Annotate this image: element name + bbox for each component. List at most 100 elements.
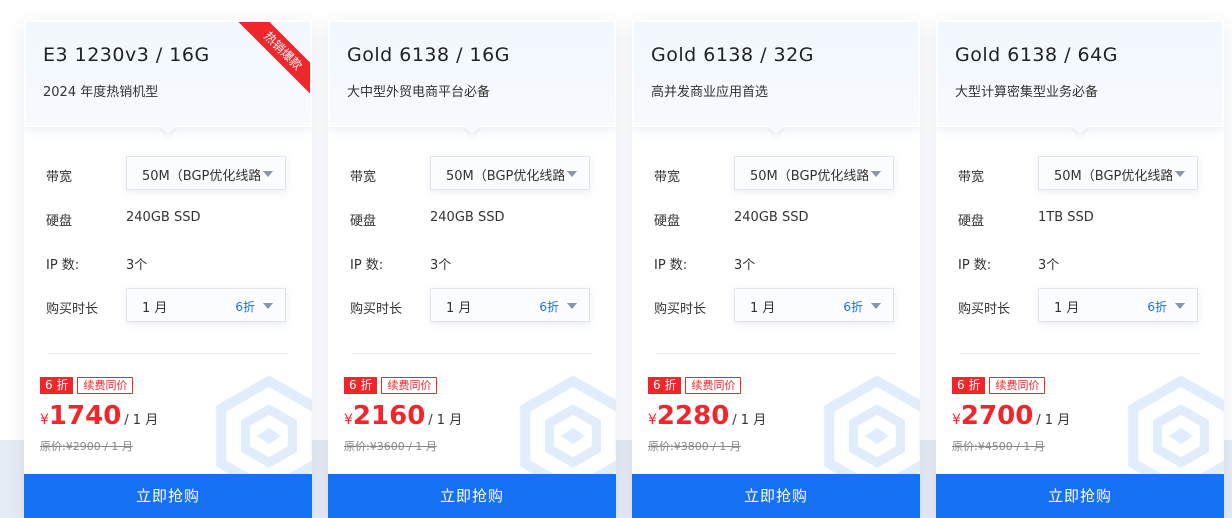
currency-symbol: ¥ — [40, 412, 49, 428]
card-title: E3 1230v3 / 16G — [43, 44, 210, 66]
duration-select[interactable]: 1 月 6折 — [1038, 288, 1198, 322]
renew-same-price-tag: 续费同价 — [685, 377, 742, 394]
card-subtitle: 大中型外贸电商平台必备 — [347, 85, 491, 100]
original-price-prefix: 原价: — [40, 440, 66, 453]
original-price-value: ¥4500 / 1 月 — [977, 440, 1045, 453]
chevron-down-icon — [263, 171, 273, 177]
pricing-card: Gold 6138 / 32G 高并发商业应用首选 带宽 50M（BGP优化线路… — [632, 20, 920, 518]
divider — [352, 353, 592, 354]
duration-label: 购买时长 — [350, 302, 403, 317]
ip-value: 3个 — [430, 258, 452, 273]
ip-label: IP 数: — [350, 258, 384, 273]
price-value: 2700 — [960, 401, 1034, 431]
duration-discount-badge: 6折 — [843, 300, 863, 314]
original-price-value: ¥3600 / 1 月 — [369, 440, 437, 453]
duration-select[interactable]: 1 月 6折 — [126, 288, 286, 322]
discount-tag: 6 折 — [40, 377, 74, 394]
ip-value: 3个 — [126, 258, 148, 273]
card-subtitle: 高并发商业应用首选 — [651, 85, 769, 100]
bandwidth-select[interactable]: 50M（BGP优化线路） — [126, 156, 286, 190]
bandwidth-select[interactable]: 50M（BGP优化线路） — [734, 156, 894, 190]
buy-now-button[interactable]: 立即抢购 — [936, 474, 1224, 518]
duration-label: 购买时长 — [958, 302, 1011, 317]
price-line: ¥2700/ 1 月 — [952, 401, 1070, 431]
duration-label: 购买时长 — [654, 302, 707, 317]
bandwidth-select-value: 50M（BGP优化线路） — [142, 169, 260, 184]
price-unit: / 1 月 — [124, 413, 159, 428]
disk-value: 240GB SSD — [430, 210, 505, 225]
bandwidth-label: 带宽 — [958, 170, 985, 185]
currency-symbol: ¥ — [648, 412, 657, 428]
chevron-down-icon — [871, 171, 881, 177]
original-price: 原价:¥3800 / 1 月 — [648, 438, 741, 454]
disk-label: 硬盘 — [654, 214, 681, 229]
ip-value: 3个 — [734, 258, 756, 273]
price-tags: 6 折续费同价 — [344, 377, 438, 395]
chevron-down-icon — [1175, 171, 1185, 177]
duration-select[interactable]: 1 月 6折 — [734, 288, 894, 322]
divider — [48, 353, 288, 354]
price-tags: 6 折续费同价 — [40, 377, 134, 395]
discount-tag: 6 折 — [344, 377, 378, 394]
discount-tag: 6 折 — [952, 377, 986, 394]
price-tags: 6 折续费同价 — [648, 377, 742, 395]
duration-discount-badge: 6折 — [235, 300, 255, 314]
currency-symbol: ¥ — [344, 412, 353, 428]
card-header: E3 1230v3 / 16G 2024 年度热销机型 热销爆款 — [24, 20, 312, 127]
divider — [960, 353, 1200, 354]
card-title: Gold 6138 / 32G — [651, 44, 814, 66]
bandwidth-select-value: 50M（BGP优化线路） — [446, 169, 564, 184]
price-line: ¥2160/ 1 月 — [344, 401, 462, 431]
disk-label: 硬盘 — [350, 214, 377, 229]
chevron-down-icon — [263, 303, 273, 309]
original-price-prefix: 原价: — [344, 440, 370, 453]
buy-now-button[interactable]: 立即抢购 — [328, 474, 616, 518]
pricing-card: Gold 6138 / 64G 大型计算密集型业务必备 带宽 50M（BGP优化… — [936, 20, 1224, 518]
card-subtitle: 大型计算密集型业务必备 — [955, 85, 1099, 100]
hot-ribbon-label: 热销爆款 — [236, 22, 310, 98]
renew-same-price-tag: 续费同价 — [77, 377, 134, 394]
card-header: Gold 6138 / 32G 高并发商业应用首选 — [632, 20, 920, 127]
price-value: 1740 — [48, 401, 122, 431]
price-value: 2160 — [352, 401, 426, 431]
hot-ribbon: 热销爆款 — [230, 22, 310, 102]
price-unit: / 1 月 — [732, 413, 767, 428]
bandwidth-select[interactable]: 50M（BGP优化线路） — [1038, 156, 1198, 190]
renew-same-price-tag: 续费同价 — [989, 377, 1046, 394]
original-price-prefix: 原价: — [648, 440, 674, 453]
duration-discount-badge: 6折 — [539, 300, 559, 314]
price-value: 2280 — [656, 401, 730, 431]
pricing-card: E3 1230v3 / 16G 2024 年度热销机型 热销爆款 带宽 50M（… — [24, 20, 312, 518]
disk-value: 240GB SSD — [126, 210, 201, 225]
chevron-down-icon — [871, 303, 881, 309]
chevron-down-icon — [567, 303, 577, 309]
bandwidth-label: 带宽 — [654, 170, 681, 185]
bandwidth-label: 带宽 — [350, 170, 377, 185]
card-title: Gold 6138 / 64G — [955, 44, 1118, 66]
duration-select[interactable]: 1 月 6折 — [430, 288, 590, 322]
ip-label: IP 数: — [958, 258, 992, 273]
duration-label: 购买时长 — [46, 302, 99, 317]
original-price: 原价:¥4500 / 1 月 — [952, 438, 1045, 454]
renew-same-price-tag: 续费同价 — [381, 377, 438, 394]
bandwidth-select[interactable]: 50M（BGP优化线路） — [430, 156, 590, 190]
ip-label: IP 数: — [46, 258, 80, 273]
buy-now-button[interactable]: 立即抢购 — [632, 474, 920, 518]
chevron-down-icon — [1175, 303, 1185, 309]
disk-value: 240GB SSD — [734, 210, 809, 225]
discount-tag: 6 折 — [648, 377, 682, 394]
divider — [656, 353, 896, 354]
chevron-down-icon — [567, 171, 577, 177]
disk-label: 硬盘 — [958, 214, 985, 229]
ip-label: IP 数: — [654, 258, 688, 273]
currency-symbol: ¥ — [952, 412, 961, 428]
card-header: Gold 6138 / 64G 大型计算密集型业务必备 — [936, 20, 1224, 127]
original-price: 原价:¥2900 / 1 月 — [40, 438, 133, 454]
original-price: 原价:¥3600 / 1 月 — [344, 438, 437, 454]
buy-now-button[interactable]: 立即抢购 — [24, 474, 312, 518]
ip-value: 3个 — [1038, 258, 1060, 273]
price-tags: 6 折续费同价 — [952, 377, 1046, 395]
price-line: ¥1740/ 1 月 — [40, 401, 158, 431]
pricing-cards: E3 1230v3 / 16G 2024 年度热销机型 热销爆款 带宽 50M（… — [24, 20, 1232, 518]
duration-discount-badge: 6折 — [1147, 300, 1167, 314]
